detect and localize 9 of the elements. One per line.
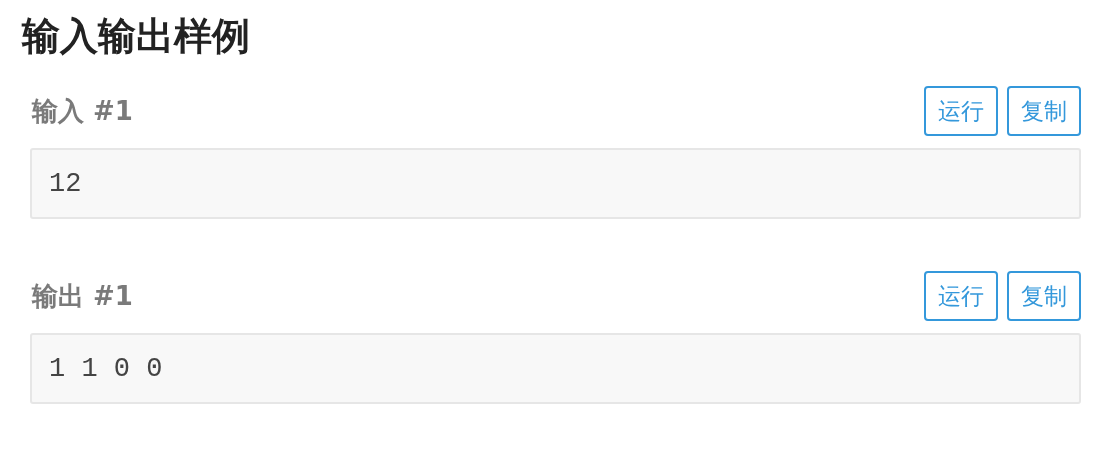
copy-button[interactable]: 复制 (1007, 271, 1081, 321)
sample-code-block: 12 (30, 148, 1081, 219)
run-button[interactable]: 运行 (924, 86, 998, 136)
run-button[interactable]: 运行 (924, 271, 998, 321)
section-title: 输入输出样例 (22, 13, 251, 60)
sample-label: 输出 #1 (30, 279, 133, 313)
copy-button[interactable]: 复制 (1007, 86, 1081, 136)
sample-code-block: 1 1 0 0 (30, 333, 1081, 404)
sample-label: 输入 #1 (30, 94, 133, 128)
